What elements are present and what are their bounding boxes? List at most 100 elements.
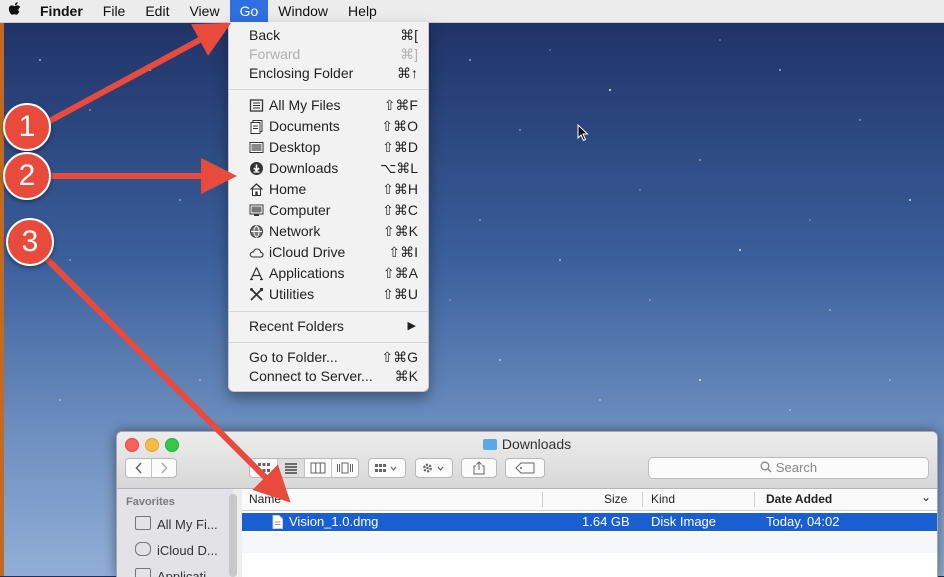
submenu-arrow-icon: ▶ <box>407 320 416 332</box>
menu-item-label: Applications <box>269 265 345 281</box>
column-view-button[interactable] <box>305 459 332 477</box>
menu-item-shortcut: ⇧⌘F <box>383 97 418 113</box>
menu-item-all-my-files[interactable]: All My Files ⇧⌘F <box>229 95 428 116</box>
menu-item-label: Enclosing Folder <box>249 65 354 81</box>
network-icon <box>250 225 263 238</box>
menu-item-label: Go to Folder... <box>249 349 338 365</box>
menu-go[interactable]: Go <box>229 0 269 22</box>
menu-item-label: Utilities <box>269 286 315 302</box>
sidebar-heading-favorites: Favorites <box>126 496 175 508</box>
menu-item-home[interactable]: Home ⇧⌘H <box>229 179 428 200</box>
icon-view-button[interactable] <box>250 459 278 477</box>
menu-item-shortcut: ⇧⌘A <box>382 265 418 281</box>
menu-view[interactable]: View <box>179 0 229 22</box>
column-view-icon <box>310 462 326 474</box>
search-placeholder: Search <box>775 460 818 475</box>
menu-item-downloads[interactable]: Downloads ⌥⌘L <box>229 158 428 179</box>
menu-item-computer[interactable]: Computer ⇧⌘C <box>229 200 428 221</box>
menu-item-network[interactable]: Network ⇧⌘K <box>229 221 428 242</box>
menu-item-label: All My Files <box>269 97 341 113</box>
menu-item-forward: Forward ⌘] <box>229 44 428 65</box>
view-mode-control <box>249 458 359 478</box>
menu-item-label: Documents <box>269 118 340 134</box>
menu-item-documents[interactable]: Documents ⇧⌘O <box>229 116 428 137</box>
menu-item-label: Home <box>269 181 307 197</box>
window-titlebar[interactable]: Downloads Search <box>117 432 937 489</box>
menu-item-label: Forward <box>249 46 301 62</box>
finder-window: Downloads Search Favorites All My Fi... … <box>116 431 938 577</box>
menu-item-icloud-drive[interactable]: iCloud Drive ⇧⌘I <box>229 242 428 263</box>
back-button[interactable] <box>126 459 152 477</box>
menu-finder[interactable]: Finder <box>28 0 93 22</box>
menu-help[interactable]: Help <box>338 0 387 22</box>
list-view-button[interactable] <box>278 459 305 477</box>
action-button[interactable] <box>415 458 453 478</box>
cover-flow-button[interactable] <box>332 459 358 477</box>
menu-item-desktop[interactable]: Desktop ⇧⌘D <box>229 137 428 158</box>
menu-separator <box>229 89 428 90</box>
menu-item-shortcut: ⇧⌘U <box>382 286 418 302</box>
arrange-button[interactable] <box>368 458 406 478</box>
menu-item-shortcut: ⇧⌘I <box>388 244 418 260</box>
menu-edit[interactable]: Edit <box>135 0 179 22</box>
list-view-icon <box>285 463 297 474</box>
table-row[interactable]: Vision_1.0.dmg 1.64 GB Disk Image Today,… <box>242 513 937 531</box>
column-header-row: Name Size Kind Date Added ⌄ <box>242 489 937 511</box>
menu-separator <box>229 311 428 312</box>
menu-item-back[interactable]: Back ⌘[ <box>229 25 428 46</box>
annotation-badge-3: 3 <box>6 218 54 266</box>
menu-item-shortcut: ⌘↑ <box>397 65 418 81</box>
menu-file[interactable]: File <box>93 0 136 22</box>
share-button[interactable] <box>461 458 497 478</box>
menu-item-applications[interactable]: Applications ⇧⌘A <box>229 263 428 284</box>
menu-item-label: Computer <box>269 202 331 218</box>
chevron-left-icon <box>134 462 142 474</box>
menu-item-shortcut: ⇧⌘K <box>382 223 418 239</box>
menu-item-label: Network <box>269 223 321 239</box>
downloads-icon <box>250 162 263 175</box>
menu-item-label: Back <box>249 27 281 43</box>
sidebar-item-icloud-drive[interactable]: iCloud D... <box>135 541 218 561</box>
column-divider <box>642 492 643 507</box>
sidebar-item-all-my-files[interactable]: All My Fi... <box>135 515 218 535</box>
sort-chevron-down-icon[interactable]: ⌄ <box>914 487 931 508</box>
utilities-icon <box>250 288 263 301</box>
menu-item-connect-to-server[interactable]: Connect to Server... ⌘K <box>229 366 428 387</box>
column-divider <box>754 492 755 507</box>
file-kind: Disk Image <box>651 514 717 529</box>
search-field[interactable]: Search <box>648 457 929 479</box>
window-title: Downloads <box>117 436 937 452</box>
gear-icon <box>423 463 444 473</box>
sidebar-scrollbar[interactable] <box>229 494 237 577</box>
menu-item-utilities[interactable]: Utilities ⇧⌘U <box>229 284 428 305</box>
menu-item-recent-folders[interactable]: Recent Folders ▶ <box>229 316 428 337</box>
column-header-kind[interactable]: Kind <box>644 489 675 510</box>
menu-item-label: Connect to Server... <box>249 368 373 384</box>
arrow-1 <box>41 22 232 127</box>
share-icon <box>473 461 485 475</box>
menu-item-enclosing-folder[interactable]: Enclosing Folder ⌘↑ <box>229 63 428 84</box>
menu-item-label: iCloud Drive <box>269 244 346 260</box>
all-my-files-icon <box>249 99 264 112</box>
folder-icon <box>482 439 497 450</box>
column-header-date-added[interactable]: Date Added <box>759 489 832 510</box>
apple-menu-icon[interactable] <box>0 1 28 21</box>
menu-item-shortcut: ⇧⌘H <box>382 181 418 197</box>
all-my-files-icon <box>135 516 151 530</box>
file-size: 1.64 GB <box>582 514 630 529</box>
edit-tags-button[interactable] <box>505 458 545 478</box>
sidebar-item-label: All My Fi... <box>157 517 218 532</box>
menu-item-shortcut: ⇧⌘O <box>381 118 418 134</box>
forward-button[interactable] <box>152 459 176 477</box>
column-header-size[interactable]: Size <box>597 489 627 510</box>
search-icon <box>760 461 772 473</box>
menu-item-shortcut: ⌥⌘L <box>380 160 418 176</box>
menu-window[interactable]: Window <box>268 0 338 22</box>
documents-icon <box>250 120 263 134</box>
column-header-name[interactable]: Name <box>242 489 281 510</box>
window-title-text: Downloads <box>501 436 572 452</box>
back-forward-control <box>125 458 177 478</box>
menu-item-go-to-folder[interactable]: Go to Folder... ⇧⌘G <box>229 347 428 368</box>
icloud-icon <box>249 248 264 258</box>
go-menu-dropdown: Back ⌘[ Forward ⌘] Enclosing Folder ⌘↑ A… <box>228 22 429 392</box>
